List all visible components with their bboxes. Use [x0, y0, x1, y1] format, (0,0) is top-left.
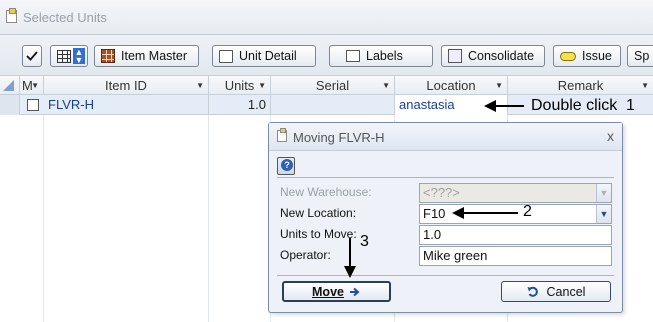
- annotation-arrows-dialog: [344, 207, 518, 278]
- annotation-number-3: 3: [360, 233, 369, 250]
- annotation-number-2: 2: [523, 203, 532, 220]
